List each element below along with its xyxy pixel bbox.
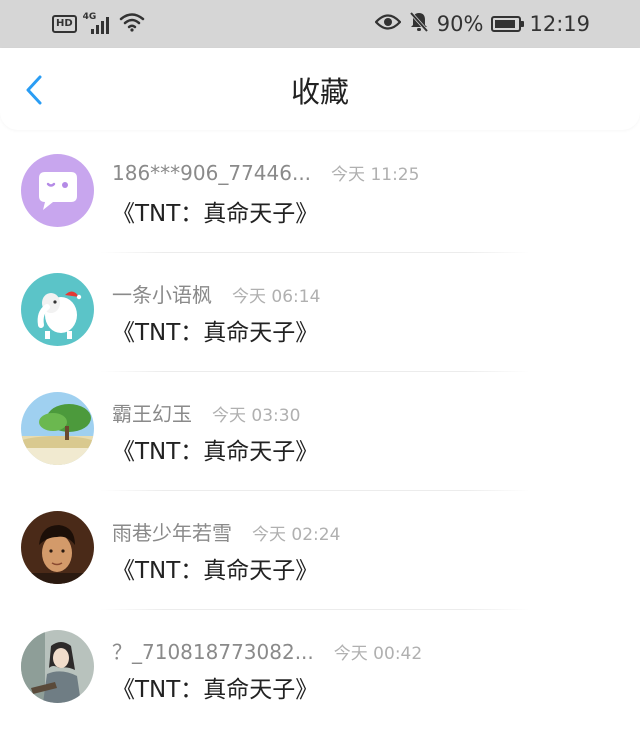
list-item[interactable]: ？_710818773082... 今天 00:42 《TNT：真命天子》 [0,610,640,729]
signal-icon: 4G [83,12,113,36]
avatar[interactable] [21,392,94,465]
timestamp: 今天 03:30 [212,406,301,426]
timestamp: 今天 02:24 [252,525,341,545]
list-item[interactable]: 雨巷少年若雪 今天 02:24 《TNT：真命天子》 [0,491,640,610]
favorite-title[interactable]: 《TNT：真命天子》 [112,194,318,228]
timestamp: 今天 06:14 [232,287,321,307]
wifi-icon [119,12,145,36]
timestamp: 今天 00:42 [333,644,423,664]
favorite-title[interactable]: 《TNT：真命天子》 [112,551,318,585]
eye-icon [374,12,402,36]
favorites-list: 186***906_77446... 今天 11:25 《TNT：真命天子》 一… [0,134,640,729]
battery-level [495,20,516,28]
elephant-avatar-icon [21,273,94,346]
battery-icon [491,16,525,32]
list-item[interactable]: 一条小语枫 今天 06:14 《TNT：真命天子》 [0,253,640,372]
battery-percent: 90% [436,12,484,36]
favorite-title[interactable]: 《TNT：真命天子》 [112,670,318,704]
timestamp: 今天 11:25 [331,165,420,185]
hd-icon: HD [52,15,77,33]
illustrated-woman-avatar-icon [21,630,94,703]
username[interactable]: ？_710818773082... [112,636,314,665]
clock: 12:19 [529,12,590,36]
favorite-title[interactable]: 《TNT：真命天子》 [112,432,318,466]
list-item[interactable]: 186***906_77446... 今天 11:25 《TNT：真命天子》 [0,134,640,253]
status-left: HD 4G [52,10,145,38]
list-item[interactable]: 霸王幻玉 今天 03:30 《TNT：真命天子》 [0,372,640,491]
username[interactable]: 一条小语枫 [112,279,212,308]
username[interactable]: 雨巷少年若雪 [112,517,232,546]
page-title: 收藏 [290,75,349,109]
nav-bar: 收藏 [0,48,640,130]
avatar[interactable] [21,154,94,227]
tree-landscape-avatar-icon [21,392,94,465]
portrait-man-avatar-icon [21,511,94,584]
chat-bubble-avatar-icon [21,154,94,227]
avatar[interactable] [21,630,94,703]
username[interactable]: 霸王幻玉 [112,398,192,427]
avatar[interactable] [21,273,94,346]
username[interactable]: 186***906_77446... [112,161,311,185]
status-bar: HD 4G 90% 12:19 [0,0,640,48]
status-right: 90% 12:19 [374,8,590,40]
avatar[interactable] [21,511,94,584]
bell-off-icon [409,11,429,38]
favorite-title[interactable]: 《TNT：真命天子》 [112,313,318,347]
